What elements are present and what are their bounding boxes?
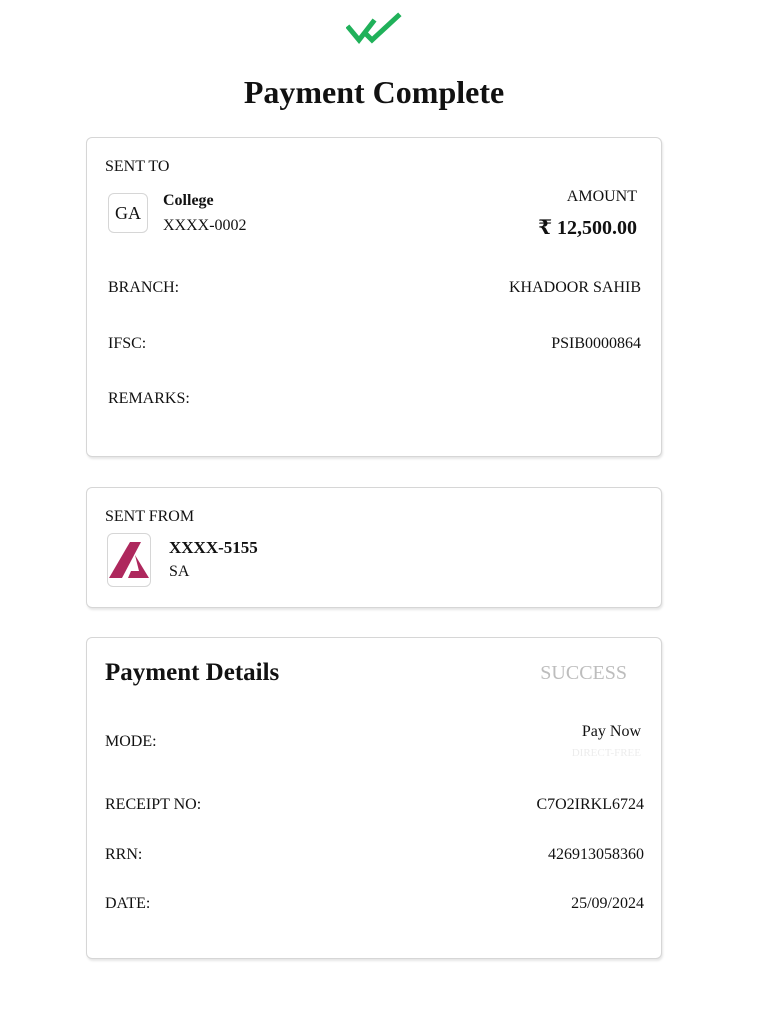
ifsc-value: PSIB0000864 [551, 335, 641, 352]
sent-from-card: SENT FROM XXXX-5155 SA [86, 487, 662, 608]
status-badge: SUCCESS [540, 662, 627, 684]
sent-from-label: SENT FROM [105, 508, 195, 525]
payment-details-card: Payment Details SUCCESS MODE: Pay Now DI… [86, 637, 662, 959]
amount-label: AMOUNT [566, 188, 637, 205]
axis-bank-logo-icon [107, 533, 151, 587]
branch-label: BRANCH: [108, 279, 180, 296]
payee-avatar: GA [108, 193, 148, 233]
mode-subtext: DIRECT-FREE [571, 747, 641, 759]
rrn-label: RRN: [105, 846, 143, 863]
sent-to-label: SENT TO [105, 158, 170, 175]
receipt-value: C7O2IRKL6724 [536, 796, 644, 813]
branch-value: KHADOOR SAHIB [508, 279, 641, 296]
mode-value: Pay Now [581, 723, 641, 740]
payment-details-title: Payment Details [105, 659, 280, 686]
double-check-icon [346, 12, 402, 44]
date-value: 25/09/2024 [571, 895, 644, 912]
receipt-label: RECEIPT NO: [105, 796, 202, 813]
sent-to-card: SENT TO GA College XXXX-0002 AMOUNT ₹ 12… [86, 137, 662, 457]
amount-value: ₹ 12,500.00 [538, 217, 637, 239]
page-title: Payment Complete [243, 74, 505, 110]
ifsc-label: IFSC: [108, 335, 147, 352]
rrn-value: 426913058360 [548, 846, 644, 863]
payer-name: SA [169, 563, 190, 580]
date-label: DATE: [105, 895, 151, 912]
payee-name: College [163, 192, 214, 209]
remarks-label: REMARKS: [108, 390, 190, 407]
payer-account: XXXX-5155 [169, 538, 258, 557]
payee-account: XXXX-0002 [163, 217, 247, 234]
mode-label: MODE: [105, 733, 157, 750]
